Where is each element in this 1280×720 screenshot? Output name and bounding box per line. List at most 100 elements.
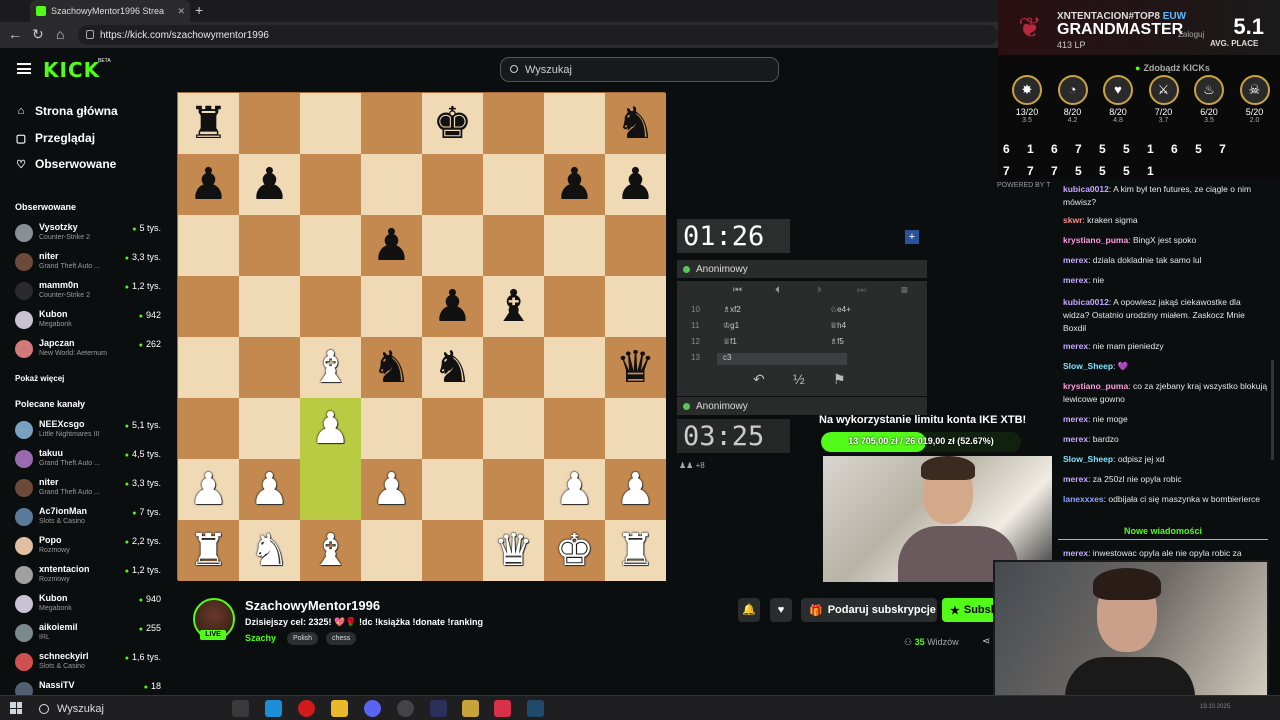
task-view-icon[interactable] xyxy=(232,700,249,717)
close-tab-icon[interactable]: ✕ xyxy=(177,6,185,17)
board-square[interactable] xyxy=(361,276,422,337)
opera-icon[interactable] xyxy=(298,700,315,717)
white-pawn-icon[interactable]: ♟ xyxy=(616,467,655,512)
board-square[interactable] xyxy=(422,154,483,215)
white-pawn-icon[interactable]: ♟ xyxy=(372,467,411,512)
board-square[interactable] xyxy=(483,215,544,276)
app-icon[interactable] xyxy=(430,700,447,717)
black-pawn-icon[interactable]: ♟ xyxy=(433,284,472,329)
riot-icon[interactable] xyxy=(494,700,511,717)
white-pawn-icon[interactable]: ♟ xyxy=(311,406,350,451)
game-icon[interactable] xyxy=(462,700,479,717)
board-square[interactable] xyxy=(361,520,422,581)
board-square[interactable]: ♟ xyxy=(239,154,300,215)
tag-chess[interactable]: chess xyxy=(326,632,357,645)
white-pawn-icon[interactable]: ♟ xyxy=(250,467,289,512)
new-messages-divider[interactable]: Nowe wiadomości xyxy=(1058,526,1268,540)
board-square[interactable] xyxy=(422,215,483,276)
black-king-icon[interactable]: ♚ xyxy=(433,101,472,146)
board-square[interactable]: ♞ xyxy=(361,337,422,398)
board-square[interactable] xyxy=(544,215,605,276)
tag-polish[interactable]: Polish xyxy=(287,632,319,645)
taskbar-search[interactable]: Wyszukaj xyxy=(33,699,223,718)
board-square[interactable]: ♛ xyxy=(483,520,544,581)
obs-icon[interactable] xyxy=(397,700,414,717)
board-square[interactable]: ♟ xyxy=(239,459,300,520)
board-square[interactable] xyxy=(361,93,422,154)
recommended-channel[interactable]: Kubon Megabonk 940 xyxy=(15,593,165,617)
chat-username[interactable]: krystiano_puma xyxy=(1063,381,1128,391)
subscribe-button[interactable]: ★ Subskr xyxy=(942,598,998,622)
board-square[interactable] xyxy=(300,459,361,520)
nav-browse[interactable]: ▢ Przeglądaj xyxy=(15,131,95,145)
black-knight-icon[interactable]: ♞ xyxy=(433,345,472,390)
nav-home[interactable]: ⌂ Strona główna xyxy=(15,104,118,118)
board-square[interactable]: ♟ xyxy=(178,154,239,215)
chat-username[interactable]: Slow_Sheep xyxy=(1063,361,1113,371)
black-knight-icon[interactable]: ♞ xyxy=(616,101,655,146)
chess-board[interactable]: ♜ ♚ ♞ ♟ ♟ ♟ ♟ ♟ ♟ ♝ ♝ ♞ ♞ ♛ ♟ ♟ ♟ ♟ ♟ ♟ ♜ ♞ ♝ ♛ ♚ ♜ xyxy=(177,92,666,581)
address-bar[interactable]: https://kick.com/szachowymentor1996 xyxy=(78,25,998,45)
white-pawn-icon[interactable]: ♟ xyxy=(555,467,594,512)
white-move[interactable]: ♗xf2 xyxy=(723,305,741,314)
chat-username[interactable]: merex xyxy=(1063,341,1088,351)
move-row[interactable]: 12 ♕f1 ♗f5 xyxy=(677,337,927,353)
board-square[interactable] xyxy=(300,154,361,215)
board-square[interactable]: ♞ xyxy=(239,520,300,581)
last-move-icon[interactable]: ⏭ xyxy=(857,285,866,296)
recommended-channel[interactable]: schneckyirl Slots & Casino 1,6 tys. xyxy=(15,651,165,675)
board-square[interactable] xyxy=(239,276,300,337)
black-queen-icon[interactable]: ♛ xyxy=(616,345,655,390)
reload-button[interactable]: ↻ xyxy=(32,26,44,43)
hamburger-menu-icon[interactable] xyxy=(17,63,31,74)
black-move[interactable]: ♕h4 xyxy=(830,321,846,330)
notification-bell-icon[interactable]: 🔔 xyxy=(738,598,760,622)
board-square[interactable] xyxy=(361,398,422,459)
board-square[interactable]: ♜ xyxy=(178,520,239,581)
board-square[interactable] xyxy=(483,93,544,154)
white-queen-icon[interactable]: ♛ xyxy=(494,528,533,573)
white-move[interactable]: ♕f1 xyxy=(723,337,737,346)
board-square[interactable] xyxy=(239,398,300,459)
next-move-icon[interactable]: ⏵ xyxy=(817,285,822,296)
followed-channel[interactable]: Japczan New World: Aeternum 262 xyxy=(15,338,165,362)
board-square[interactable] xyxy=(605,215,666,276)
streamer-name[interactable]: SzachowyMentor1996 xyxy=(245,598,380,613)
black-pawn-icon[interactable]: ♟ xyxy=(616,162,655,207)
black-bishop-icon[interactable]: ♝ xyxy=(494,284,533,329)
file-explorer-icon[interactable] xyxy=(331,700,348,717)
board-square[interactable] xyxy=(361,154,422,215)
board-square[interactable] xyxy=(178,398,239,459)
move-row[interactable]: 11 ♔g1 ♕h4 xyxy=(677,321,927,337)
board-square[interactable] xyxy=(483,398,544,459)
board-square[interactable] xyxy=(544,337,605,398)
chat-username[interactable]: kubica0012 xyxy=(1063,297,1109,307)
board-square[interactable]: ♟ xyxy=(422,276,483,337)
chat-username[interactable]: krystiano_puma xyxy=(1063,235,1128,245)
recommended-channel[interactable]: niter Grand Theft Auto ... 3,3 tys. xyxy=(15,477,165,501)
board-square[interactable] xyxy=(239,215,300,276)
login-button[interactable]: Zaloguj xyxy=(1178,30,1204,39)
board-square[interactable]: ♚ xyxy=(544,520,605,581)
board-square[interactable] xyxy=(605,398,666,459)
resign-flag-icon[interactable]: ⚑ xyxy=(833,371,846,388)
board-square[interactable]: ♝ xyxy=(300,520,361,581)
followed-channel[interactable]: mamm0n Counter-Strike 2 1,2 tys. xyxy=(15,280,165,304)
board-square[interactable]: ♝ xyxy=(483,276,544,337)
chat-username[interactable]: merex xyxy=(1063,474,1088,484)
follow-heart-icon[interactable]: ♥ xyxy=(770,598,792,622)
black-move[interactable]: ♘e4+ xyxy=(830,305,851,314)
black-pawn-icon[interactable]: ♟ xyxy=(250,162,289,207)
board-square[interactable] xyxy=(544,276,605,337)
search-input[interactable]: Wyszukaj xyxy=(500,57,779,82)
board-square[interactable] xyxy=(422,459,483,520)
board-square[interactable]: ♟ xyxy=(361,459,422,520)
followed-channel[interactable]: niter Grand Theft Auto ... 3,3 tys. xyxy=(15,251,165,275)
chat-username[interactable]: merex xyxy=(1063,275,1088,285)
black-move[interactable]: ♗f5 xyxy=(830,337,844,346)
board-square[interactable] xyxy=(483,459,544,520)
chat-username[interactable]: Slow_Sheep xyxy=(1063,454,1113,464)
home-button[interactable]: ⌂ xyxy=(56,26,64,42)
board-square[interactable]: ♟ xyxy=(605,459,666,520)
white-rook-icon[interactable]: ♜ xyxy=(616,528,655,573)
